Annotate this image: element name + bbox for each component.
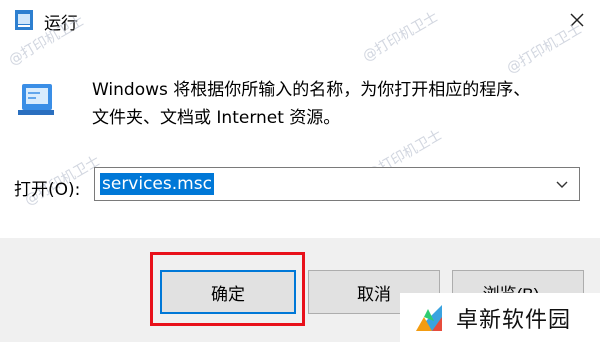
- run-app-icon: [15, 10, 33, 30]
- close-icon: [570, 13, 584, 27]
- run-icon: [18, 84, 54, 115]
- chevron-down-icon[interactable]: [555, 178, 569, 192]
- description: Windows 将根据你所输入的名称，为你打开相应的程序、 文件夹、文档或 In…: [92, 76, 582, 132]
- brand-name: 卓新软件园: [456, 307, 572, 333]
- window-title: 运行: [44, 14, 78, 34]
- brand-overlay: 卓新软件园: [400, 293, 600, 342]
- ok-button[interactable]: 确定: [160, 270, 296, 314]
- title-bar: 运行: [0, 0, 600, 40]
- close-button[interactable]: [554, 0, 600, 40]
- description-line: Windows 将根据你所输入的名称，为你打开相应的程序、: [92, 80, 531, 100]
- open-label: 打开(O):: [14, 180, 81, 200]
- open-combobox[interactable]: services.msc: [94, 167, 580, 201]
- brand-logo-icon: [416, 304, 442, 331]
- description-line: 文件夹、文档或 Internet 资源。: [92, 108, 341, 128]
- open-input-value[interactable]: services.msc: [100, 173, 214, 195]
